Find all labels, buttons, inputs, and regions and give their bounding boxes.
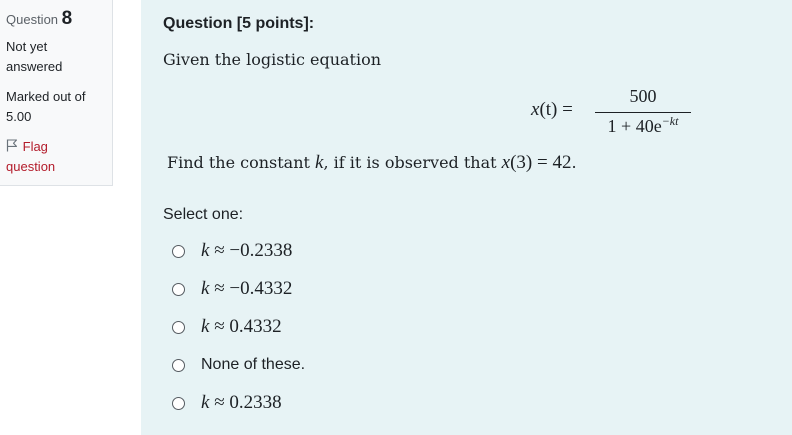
- question-find-text: Find the constant k, if it is observed t…: [167, 152, 577, 174]
- flag-question-link[interactable]: Flag question: [6, 137, 112, 177]
- answer-option[interactable]: k ≈ 0.4332: [172, 308, 305, 346]
- question-info-panel: Question 8 Not yet answered Marked out o…: [0, 0, 113, 186]
- flag-outline-icon: [6, 139, 18, 152]
- equation-numerator: 500: [629, 86, 657, 106]
- answer-label[interactable]: k ≈ 0.2338: [201, 392, 282, 414]
- select-prompt: Select one:: [163, 206, 244, 223]
- equation-denominator: 1 + 40e−kt: [595, 114, 691, 137]
- question-number: 8: [61, 8, 73, 29]
- quiz-page: Question 8 Not yet answered Marked out o…: [0, 0, 792, 435]
- flag-label-line1: Flag: [22, 139, 48, 154]
- answer-label[interactable]: k ≈ −0.2338: [201, 240, 292, 262]
- radio-button[interactable]: [172, 282, 185, 296]
- equation-lhs-rest: (t) =: [539, 99, 573, 120]
- answer-label[interactable]: k ≈ −0.4332: [201, 278, 292, 300]
- equation-lhs: x(t) =: [531, 99, 573, 121]
- find-condition-rest: (3) = 42: [510, 152, 572, 173]
- denominator-base: 1 + 40e: [607, 116, 662, 136]
- radio-button[interactable]: [172, 358, 185, 372]
- answer-value: ≈ 0.4332: [209, 316, 282, 337]
- flag-label-line2: question: [6, 159, 56, 174]
- question-number-line: Question 8: [6, 8, 112, 30]
- find-text-end: .: [571, 153, 577, 172]
- fraction-bar: [595, 112, 691, 113]
- question-state-line2: answered: [6, 59, 63, 74]
- question-title: Question [5 points]:: [163, 15, 315, 32]
- question-grade-line1: Marked out of: [6, 89, 86, 104]
- denominator-exponent: −kt: [661, 114, 679, 128]
- find-condition: x(3) = 42: [502, 152, 572, 173]
- answer-option[interactable]: k ≈ −0.4332: [172, 270, 305, 308]
- equation-fraction: 500 1 + 40e−kt: [595, 86, 691, 138]
- find-text-mid: , if it is observed that: [323, 153, 502, 172]
- radio-button[interactable]: [172, 244, 185, 258]
- answer-value: ≈ −0.4332: [209, 278, 293, 299]
- question-label: Question: [6, 12, 59, 27]
- answer-label[interactable]: k ≈ 0.4332: [201, 316, 282, 338]
- question-intro: Given the logistic equation: [163, 50, 382, 69]
- find-condition-var: x: [501, 152, 511, 173]
- answer-option[interactable]: None of these.: [172, 346, 305, 384]
- answer-value: ≈ −0.2338: [209, 240, 293, 261]
- question-grade: Marked out of 5.00: [6, 87, 112, 127]
- radio-button[interactable]: [172, 396, 185, 410]
- find-text-before: Find the constant: [167, 153, 316, 172]
- answer-options: k ≈ −0.2338 k ≈ −0.4332 k ≈ 0.4332 None …: [172, 232, 305, 422]
- question-state: Not yet answered: [6, 37, 112, 77]
- answer-option[interactable]: k ≈ −0.2338: [172, 232, 305, 270]
- answer-option[interactable]: k ≈ 0.2338: [172, 384, 305, 422]
- question-state-line1: Not yet: [6, 39, 48, 54]
- radio-button[interactable]: [172, 320, 185, 334]
- answer-value: ≈ 0.2338: [209, 392, 282, 413]
- question-content: Question [5 points]: Given the logistic …: [141, 0, 792, 435]
- answer-label[interactable]: None of these.: [201, 356, 305, 374]
- answer-value: None of these.: [201, 356, 306, 373]
- question-grade-line2: 5.00: [6, 109, 32, 124]
